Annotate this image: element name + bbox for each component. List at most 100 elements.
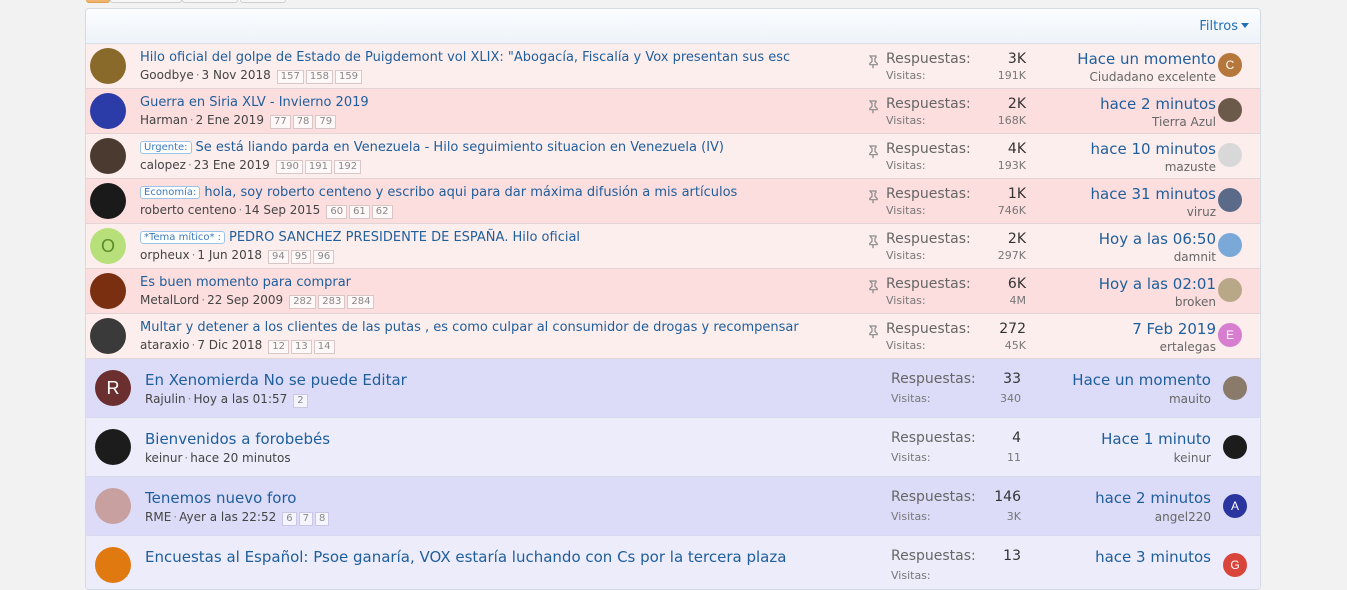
last-post-user[interactable]: mazuste	[1165, 160, 1216, 174]
page-link[interactable]: 61	[349, 205, 370, 219]
author-avatar[interactable]	[95, 429, 131, 465]
thread-title[interactable]: Es buen momento para comprar	[140, 275, 351, 290]
filters-dropdown[interactable]: Filtros	[1199, 19, 1249, 34]
last-poster-avatar[interactable]	[1218, 188, 1242, 212]
thread-author[interactable]: Rajulin	[145, 392, 186, 406]
last-post-time[interactable]: Hoy a las 06:50	[1099, 230, 1216, 248]
page-link[interactable]: 157	[276, 70, 304, 84]
last-poster-avatar[interactable]	[1218, 98, 1242, 122]
last-post-time[interactable]: hace 2 minutos	[1100, 95, 1216, 113]
page-link[interactable]: 8	[315, 512, 330, 526]
thread-title-text[interactable]: Se está liando parda en Venezuela - Hilo…	[196, 140, 724, 155]
author-avatar[interactable]: O	[90, 228, 126, 264]
last-poster-avatar[interactable]: E	[1218, 323, 1242, 347]
last-post-user[interactable]: angel220	[1155, 510, 1211, 524]
thread-title-text[interactable]: PEDRO SANCHEZ PRESIDENTE DE ESPAÑA. Hilo…	[229, 230, 580, 245]
top-tab-stub[interactable]	[240, 0, 286, 3]
last-poster-avatar[interactable]	[1218, 233, 1242, 257]
thread-author[interactable]: Harman	[140, 113, 188, 127]
author-avatar[interactable]	[90, 93, 126, 129]
page-link[interactable]: 13	[291, 340, 312, 354]
last-post-time[interactable]: hace 31 minutos	[1091, 185, 1216, 203]
thread-author[interactable]: roberto centeno	[140, 203, 236, 217]
page-link[interactable]: 192	[333, 160, 362, 174]
author-avatar[interactable]	[90, 318, 126, 354]
thread-title-text[interactable]: En Xenomierda No se puede Editar	[145, 371, 407, 389]
page-link[interactable]: 12	[268, 340, 290, 354]
author-avatar[interactable]	[95, 547, 131, 583]
thread-title[interactable]: Economía: hola, soy roberto centeno y esc…	[140, 185, 737, 200]
thread-prefix[interactable]: Urgente:	[140, 141, 192, 154]
author-avatar[interactable]	[90, 183, 126, 219]
thread-title[interactable]: Encuestas al Español: Psoe ganaría, VOX …	[145, 548, 786, 566]
thread-title[interactable]: Guerra en Siria XLV - Invierno 2019	[140, 95, 369, 110]
page-link[interactable]: 158	[305, 70, 333, 84]
thread-title-text[interactable]: Encuestas al Español: Psoe ganaría, VOX …	[145, 548, 786, 566]
page-link[interactable]: 60	[326, 205, 348, 219]
top-tab-stub[interactable]	[86, 0, 110, 3]
page-link[interactable]: 2	[293, 394, 308, 408]
thread-author[interactable]: orpheux	[140, 248, 190, 262]
thread-title-text[interactable]: Tenemos nuevo foro	[145, 489, 297, 507]
last-post-time[interactable]: hace 3 minutos	[1095, 548, 1211, 566]
author-avatar[interactable]	[90, 138, 126, 174]
last-post-user[interactable]: keinur	[1174, 451, 1211, 465]
page-link[interactable]: 95	[290, 250, 312, 264]
last-post-time[interactable]: hace 2 minutos	[1095, 489, 1211, 507]
last-poster-avatar[interactable]	[1223, 376, 1247, 400]
page-link[interactable]: 282	[289, 295, 317, 309]
last-post-time[interactable]: hace 10 minutos	[1091, 140, 1216, 158]
page-link[interactable]: 283	[318, 295, 346, 309]
last-post-user[interactable]: broken	[1175, 295, 1216, 309]
thread-title-text[interactable]: Hilo oficial del golpe de Estado de Puig…	[140, 50, 790, 65]
thread-title[interactable]: Tenemos nuevo foro	[145, 489, 297, 507]
last-poster-avatar[interactable]	[1223, 435, 1247, 459]
page-link[interactable]: 6	[282, 512, 297, 526]
page-link[interactable]: 96	[313, 250, 335, 264]
last-poster-avatar[interactable]: G	[1223, 553, 1247, 577]
thread-title-text[interactable]: Multar y detener a los clientes de las p…	[140, 320, 799, 335]
last-post-time[interactable]: Hoy a las 02:01	[1099, 275, 1216, 293]
last-poster-avatar[interactable]	[1218, 143, 1242, 167]
page-link[interactable]: 284	[347, 295, 375, 309]
thread-author[interactable]: RME	[145, 510, 171, 524]
thread-title[interactable]: En Xenomierda No se puede Editar	[145, 371, 407, 389]
top-tab-stub[interactable]	[110, 0, 182, 3]
last-poster-avatar[interactable]: C	[1218, 53, 1242, 77]
last-post-user[interactable]: Ciudadano excelente	[1090, 70, 1216, 84]
page-link[interactable]: 191	[304, 160, 332, 174]
top-tab-stub[interactable]	[182, 0, 238, 3]
thread-prefix[interactable]: Economía:	[140, 186, 201, 199]
page-link[interactable]: 78	[292, 115, 314, 129]
thread-author[interactable]: Goodbye	[140, 68, 194, 82]
thread-title[interactable]: Multar y detener a los clientes de las p…	[140, 320, 799, 335]
page-link[interactable]: 190	[275, 160, 303, 174]
page-link[interactable]: 14	[313, 340, 335, 354]
thread-title[interactable]: Bienvenidos a forobebés	[145, 430, 330, 448]
thread-prefix[interactable]: *Tema mítico* :	[140, 231, 225, 244]
author-avatar[interactable]	[90, 273, 126, 309]
last-post-user[interactable]: viruz	[1187, 205, 1216, 219]
page-link[interactable]: 94	[267, 250, 289, 264]
thread-author[interactable]: calopez	[140, 158, 186, 172]
page-link[interactable]: 159	[334, 70, 363, 84]
last-post-user[interactable]: Tierra Azul	[1152, 115, 1216, 129]
last-poster-avatar[interactable]: A	[1223, 494, 1247, 518]
last-post-time[interactable]: Hace 1 minuto	[1101, 430, 1211, 448]
page-link[interactable]: 77	[269, 115, 291, 129]
last-post-user[interactable]: ertalegas	[1160, 340, 1216, 354]
last-post-time[interactable]: Hace un momento	[1077, 50, 1216, 68]
last-poster-avatar[interactable]	[1218, 278, 1242, 302]
page-link[interactable]: 7	[298, 512, 313, 526]
thread-author[interactable]: MetalLord	[140, 293, 199, 307]
thread-author[interactable]: keinur	[145, 451, 182, 465]
last-post-time[interactable]: 7 Feb 2019	[1132, 320, 1216, 338]
thread-title[interactable]: *Tema mítico* : PEDRO SANCHEZ PRESIDENTE …	[140, 230, 580, 245]
last-post-time[interactable]: Hace un momento	[1072, 371, 1211, 389]
thread-author[interactable]: ataraxio	[140, 338, 189, 352]
page-link[interactable]: 79	[315, 115, 337, 129]
author-avatar[interactable]: R	[95, 370, 131, 406]
thread-title-text[interactable]: hola, soy roberto centeno y escribo aqui…	[204, 185, 737, 200]
thread-title[interactable]: Urgente: Se está liando parda en Venezuel…	[140, 140, 724, 155]
author-avatar[interactable]	[90, 48, 126, 84]
